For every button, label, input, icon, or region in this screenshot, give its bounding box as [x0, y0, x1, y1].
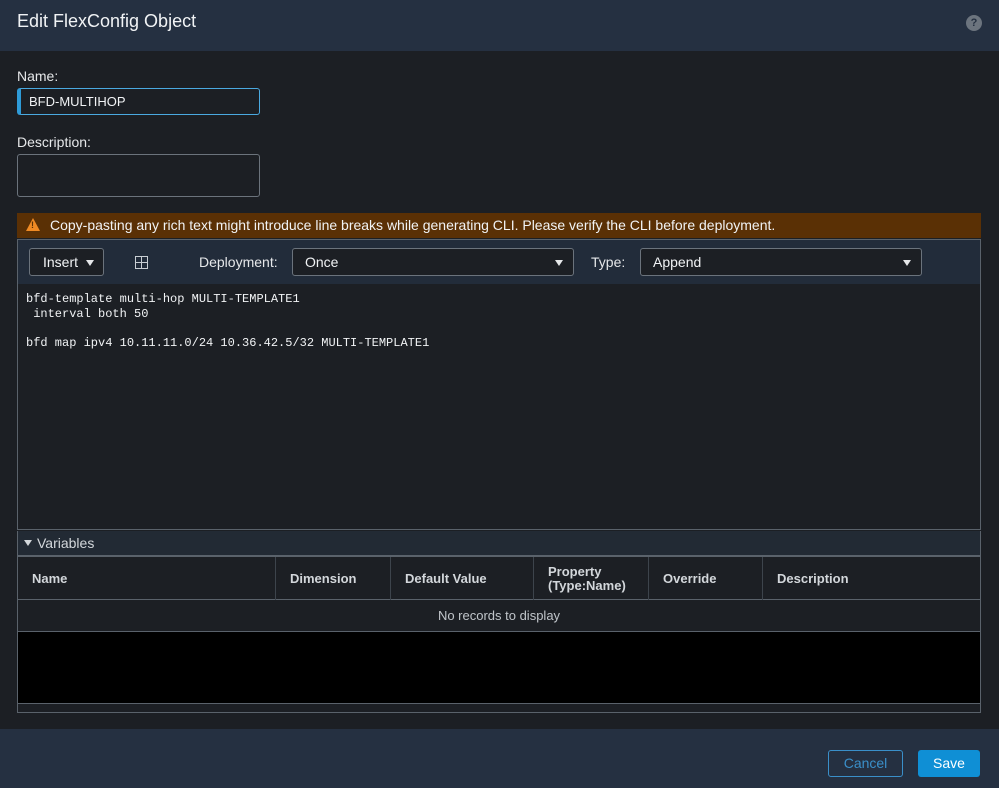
variables-label: Variables [37, 535, 95, 551]
column-header-default-value[interactable]: Default Value [391, 557, 534, 600]
triangle-down-icon [24, 540, 32, 546]
column-header-description[interactable]: Description [763, 557, 980, 600]
name-label: Name: [17, 68, 59, 84]
chevron-down-icon [903, 260, 911, 266]
column-header-override[interactable]: Override [649, 557, 763, 600]
dialog-title: Edit FlexConfig Object [17, 11, 197, 31]
deployment-select[interactable]: Once [292, 248, 574, 276]
deployment-value: Once [305, 254, 339, 270]
dialog-footer: Cancel Save [0, 729, 999, 788]
column-header-property[interactable]: Property (Type:Name) [534, 557, 649, 600]
insert-label: Insert [43, 254, 79, 270]
cancel-button[interactable]: Cancel [828, 750, 903, 777]
type-value: Append [653, 254, 702, 270]
description-label: Description: [17, 134, 91, 150]
editor-toolbar: Insert Deployment: Once Type: Append [18, 240, 980, 284]
warning-banner: Copy-pasting any rich text might introdu… [17, 213, 981, 238]
variables-table: Name Dimension Default Value Property (T… [17, 556, 981, 713]
warning-text: Copy-pasting any rich text might introdu… [50, 217, 776, 233]
type-label: Type: [591, 254, 626, 270]
warning-triangle-icon [26, 218, 40, 231]
dialog-header: Edit FlexConfig Object ? [0, 0, 999, 51]
insert-table-icon[interactable] [135, 256, 148, 269]
chevron-down-icon [555, 260, 563, 266]
description-input[interactable] [17, 154, 260, 197]
cli-code-textarea[interactable]: bfd-template multi-hop MULTI-TEMPLATE1 i… [18, 284, 980, 529]
chevron-down-icon [86, 260, 94, 266]
empty-table-message: No records to display [18, 600, 980, 632]
table-footer [18, 703, 980, 712]
save-button[interactable]: Save [918, 750, 980, 777]
insert-dropdown-button[interactable]: Insert [29, 248, 104, 276]
column-header-dimension[interactable]: Dimension [276, 557, 391, 600]
name-input[interactable]: BFD-MULTIHOP [17, 88, 260, 115]
column-header-name[interactable]: Name [18, 557, 276, 600]
table-header: Name Dimension Default Value Property (T… [18, 556, 980, 600]
help-icon[interactable]: ? [966, 15, 982, 31]
type-select[interactable]: Append [640, 248, 922, 276]
variables-section-toggle[interactable]: Variables [17, 531, 981, 556]
deployment-label: Deployment: [199, 254, 278, 270]
cli-editor: Insert Deployment: Once Type: Append bfd… [17, 239, 981, 530]
